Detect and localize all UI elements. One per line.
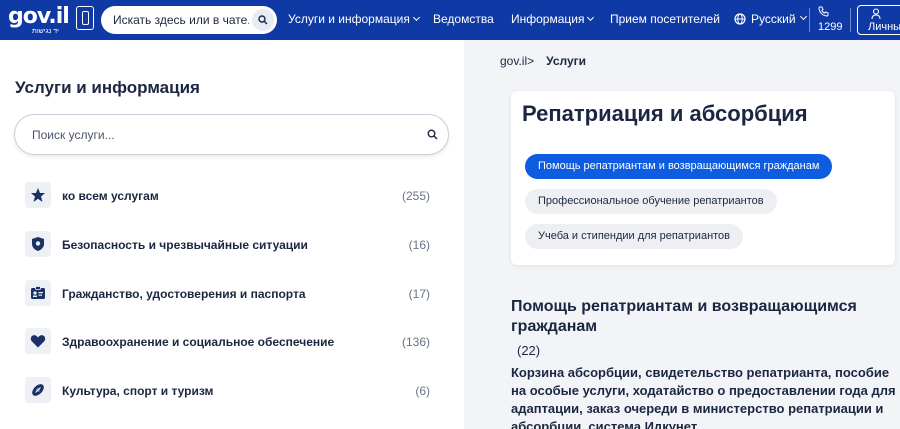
emblem-icon	[76, 6, 94, 30]
section-title: Помощь репатриантам и возвращающимся гра…	[511, 298, 857, 335]
card-title: Репатриация и абсорбция	[522, 101, 808, 126]
id-card-icon	[25, 280, 51, 306]
nav-visitor-reception[interactable]: Прием посетителей	[610, 12, 720, 26]
category-label: Здравоохранение и социальное обеспечение	[62, 335, 335, 349]
service-search-placeholder: Поиск услуги...	[32, 128, 115, 142]
globe-icon	[734, 13, 746, 25]
section-count: (22)	[517, 343, 541, 358]
category-count: (255)	[401, 189, 430, 203]
chip-repatriate-assistance[interactable]: Помощь репатриантам и возвращающимся гра…	[525, 154, 833, 179]
chevron-down-icon	[412, 13, 420, 22]
category-count: (136)	[401, 335, 430, 349]
chevron-down-icon	[587, 13, 595, 22]
search-icon	[258, 15, 268, 25]
service-search-input[interactable]: Поиск услуги...	[14, 114, 449, 155]
nav-ministries-label: Ведомства	[433, 12, 494, 26]
category-count: (6)	[415, 384, 430, 398]
star-icon	[25, 182, 51, 208]
personal-area-label: Личны	[868, 21, 900, 33]
global-search-placeholder: Искать здесь или в чате...	[113, 13, 249, 27]
breadcrumb-current: Услуги	[546, 54, 587, 68]
logo-subtitle: יד נגישות	[32, 28, 59, 35]
header-divider	[850, 8, 851, 32]
global-search-input[interactable]: Искать здесь или в чате...	[101, 6, 277, 34]
breadcrumb: gov.il> Услуги	[500, 54, 586, 68]
category-label: ко всем услугам	[62, 189, 159, 203]
section-description: Корзина абсорбции, свидетельство репатри…	[511, 365, 896, 429]
services-sidebar: Услуги и информация Поиск услуги... ко в…	[0, 40, 464, 429]
nav-information-label: Информация	[511, 12, 585, 26]
logo-text: gov.il	[8, 4, 70, 29]
category-culture[interactable]: Культура, спорт и туризм (6)	[25, 377, 430, 407]
category-label: Безопасность и чрезвычайные ситуации	[62, 238, 308, 252]
phone-icon	[818, 6, 829, 17]
language-selector[interactable]: Русский	[734, 12, 807, 26]
heart-icon	[25, 328, 51, 354]
gov-il-logo[interactable]: gov.il יד נגישות	[8, 4, 94, 36]
category-count: (16)	[408, 238, 430, 252]
nav-services-info-label: Услуги и информация	[288, 12, 410, 26]
chip-study-scholarships[interactable]: Учеба и стипендии для репатриантов	[525, 224, 744, 249]
search-button[interactable]	[252, 9, 274, 31]
sidebar-title: Услуги и информация	[15, 78, 200, 97]
language-label: Русский	[751, 12, 796, 26]
breadcrumb-root-link[interactable]: gov.il>	[500, 54, 534, 68]
category-label: Гражданство, удостоверения и паспорта	[62, 287, 306, 301]
nav-services-info[interactable]: Услуги и информация	[288, 12, 420, 26]
shield-icon	[25, 231, 51, 257]
category-security[interactable]: Безопасность и чрезвычайные ситуации (16…	[25, 231, 430, 261]
top-header: gov.il יד נגישות Искать здесь или в чате…	[0, 0, 900, 40]
nav-ministries[interactable]: Ведомства	[433, 12, 494, 26]
personal-area-button[interactable]: Личны	[857, 5, 900, 35]
chip-professional-training[interactable]: Профессиональное обучение репатриантов	[525, 189, 777, 214]
header-divider	[809, 8, 810, 32]
phone-hotline[interactable]: 1299	[818, 6, 842, 34]
user-icon	[871, 8, 881, 20]
football-icon	[25, 377, 51, 403]
nav-information[interactable]: Информация	[511, 12, 595, 26]
category-label: Культура, спорт и туризм	[62, 384, 214, 398]
category-count: (17)	[408, 287, 430, 301]
search-icon[interactable]	[427, 129, 438, 140]
category-citizenship[interactable]: Гражданство, удостоверения и паспорта (1…	[25, 280, 430, 310]
category-all-services[interactable]: ко всем услугам (255)	[25, 182, 430, 212]
chevron-down-icon	[799, 12, 807, 20]
category-card: Репатриация и абсорбция Помощь репатриан…	[511, 91, 895, 265]
category-health[interactable]: Здравоохранение и социальное обеспечение…	[25, 328, 430, 358]
phone-number: 1299	[818, 21, 843, 33]
nav-visitor-reception-label: Прием посетителей	[610, 12, 720, 26]
